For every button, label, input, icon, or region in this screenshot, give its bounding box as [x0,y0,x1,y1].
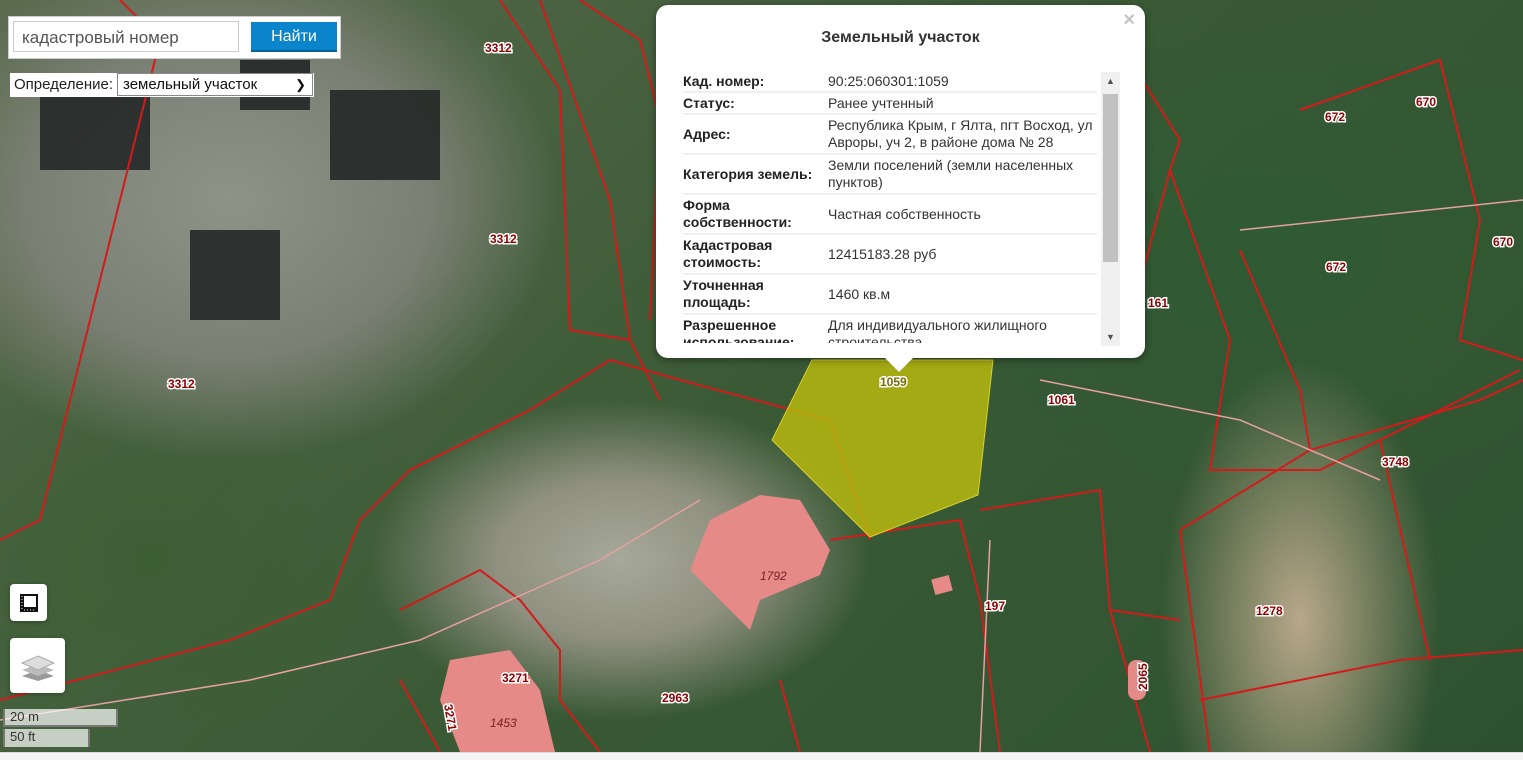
popup-pointer [884,357,914,372]
parcel-label[interactable]: 1453 [490,716,517,730]
popup-scrollbar[interactable]: ▲ ▼ [1101,72,1120,346]
table-row: Уточненная площадь: 1460 кв.м [683,275,1097,315]
parcel-label[interactable]: 2065 [1135,661,1152,691]
definition-panel: Определение: земельный участок ❯ [10,73,314,97]
definition-selected-value: земельный участок [123,76,258,93]
parcel-label[interactable]: 3312 [167,376,197,393]
row-key: Категория земель: [683,165,813,182]
definition-label: Определение: [14,76,114,93]
parcel-info-popup: × Земельный участок Кад. номер: 90:25:060… [656,5,1145,358]
table-row: Адрес: Республика Крым, г Ялта, пгт Восхо… [683,115,1097,155]
parcel-label[interactable]: 161 [1147,295,1170,312]
parcel-label[interactable]: 672 [1325,259,1348,276]
scroll-down-icon[interactable]: ▼ [1101,332,1120,342]
parcel-label[interactable]: 1061 [1047,392,1077,409]
table-row: Кадастровая стоимость: 12415183.28 руб [683,235,1097,275]
row-value: 90:25:060301:1059 [828,72,949,89]
popup-title: Земельный участок [821,29,980,46]
ruler-icon [19,593,38,612]
row-value: 1460 кв.м [828,285,891,302]
table-row: Статус: Ранее учтенный [683,93,1097,115]
parcel-label[interactable]: 1792 [760,569,787,583]
row-key: Форма собственности: [683,197,792,230]
parcel-label[interactable]: 672 [1324,109,1347,126]
row-value: Частная собственность [828,205,981,222]
row-key: Адрес: [683,125,731,142]
scrollbar-thumb[interactable] [1103,94,1118,262]
table-row: Форма собственности: Частная собственност… [683,195,1097,235]
parcel-label[interactable]: 3312 [489,231,519,248]
row-value: Республика Крым, г Ялта, пгт Восход, ул … [828,117,1093,150]
parcel-label[interactable]: 1059 [879,374,909,391]
scale-imperial: 50 ft [3,729,90,747]
definition-select[interactable]: земельный участок ❯ [117,73,313,96]
scroll-up-icon[interactable]: ▲ [1101,76,1120,86]
row-key: Статус: [683,94,735,111]
chevron-down-icon: ❯ [295,77,306,92]
row-value: Ранее учтенный [828,94,934,111]
parcel-label[interactable]: 1278 [1255,603,1285,620]
parcel-label[interactable]: 2963 [661,690,691,707]
table-row: Категория земель: Земли поселений (земли … [683,155,1097,195]
row-value: Для индивидуального жилищного строительс… [828,317,1047,343]
parcel-label[interactable]: 197 [984,598,1007,615]
parcel-label[interactable]: 3312 [484,40,514,57]
row-value: 12415183.28 руб [828,245,937,262]
parcel-label[interactable]: 3271 [501,670,531,687]
row-key: Кадастровая стоимость: [683,237,773,270]
measure-button[interactable] [10,584,47,621]
table-row: Разрешенное использование: Для индивидуал… [683,315,1097,343]
cadastral-number-input[interactable]: кадастровый номер [13,21,239,52]
layers-icon [20,654,55,681]
table-row: Кад. номер: 90:25:060301:1059 [683,71,1097,93]
row-key: Кад. номер: [683,72,765,89]
search-panel: кадастровый номер Найти [8,16,341,59]
parcel-label[interactable]: 670 [1492,234,1515,251]
parcel-label[interactable]: 3748 [1381,454,1411,471]
row-value: Земли поселений (земли населенных пункто… [828,157,1074,190]
find-button[interactable]: Найти [251,22,337,52]
scale-metric: 20 m [3,709,118,727]
buildings [440,495,1146,752]
parcel-label[interactable]: 670 [1415,94,1438,111]
row-key: Уточненная площадь: [683,277,764,310]
parcel-attributes-table: Кад. номер: 90:25:060301:1059 Статус: Ране… [683,71,1097,343]
row-key: Разрешенное использование: [683,317,795,343]
layers-button[interactable] [10,638,65,693]
